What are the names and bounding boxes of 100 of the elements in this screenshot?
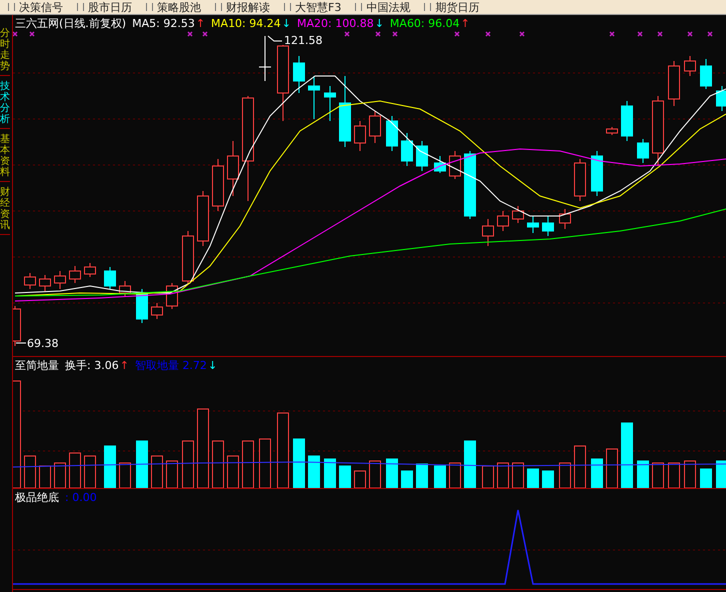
volume-bar bbox=[606, 448, 618, 488]
candle-drawing bbox=[464, 150, 476, 220]
volume-bar bbox=[434, 466, 446, 488]
volume-bar bbox=[369, 460, 381, 488]
volume-bar bbox=[39, 466, 51, 488]
candle-drawing bbox=[54, 270, 66, 290]
candle-drawing bbox=[542, 216, 554, 236]
grip-icon bbox=[284, 3, 291, 11]
up-arrow: ↑ bbox=[196, 16, 206, 30]
volume-bar bbox=[527, 468, 539, 488]
leader-line bbox=[268, 36, 282, 42]
grip-icon bbox=[8, 3, 15, 11]
candle-drawing bbox=[151, 302, 163, 320]
indicator-value: : 0.00 bbox=[65, 490, 97, 504]
volume-bar bbox=[497, 462, 509, 488]
candle-drawing bbox=[684, 56, 696, 76]
grip-icon bbox=[215, 3, 222, 11]
candle-drawing bbox=[13, 306, 21, 346]
candle-drawing bbox=[401, 132, 413, 166]
cross-marker-icon bbox=[187, 31, 193, 37]
indicator-value: MA60: 96.04 bbox=[390, 16, 460, 30]
indicator-value: 智取地量 2.72 bbox=[134, 358, 207, 372]
volume-bar bbox=[54, 462, 66, 488]
grip-icon bbox=[77, 3, 84, 11]
cross-marker-icon bbox=[454, 31, 460, 37]
volume-bar bbox=[339, 466, 351, 488]
leader-line bbox=[16, 342, 26, 344]
volume-bar bbox=[542, 470, 554, 488]
candle-drawing bbox=[212, 158, 224, 212]
candle-drawing bbox=[716, 86, 726, 112]
candle-drawing bbox=[527, 216, 539, 234]
candle-drawing bbox=[621, 100, 633, 142]
menu-item[interactable]: 股市日历 bbox=[77, 0, 132, 14]
volume-bar bbox=[386, 458, 398, 488]
cross-marker-icon bbox=[637, 31, 643, 37]
sidebar-tab[interactable]: 技术分析 bbox=[0, 78, 10, 129]
menu-item[interactable]: 策略股池 bbox=[146, 0, 201, 14]
candle-drawing bbox=[668, 60, 680, 106]
candle-drawing bbox=[324, 86, 336, 122]
menu-item[interactable]: 财报解读 bbox=[215, 0, 270, 14]
candle-drawing bbox=[258, 36, 272, 82]
candle-drawing bbox=[652, 96, 664, 166]
volume-bar bbox=[416, 464, 428, 488]
candle-drawing bbox=[637, 138, 649, 164]
volume-bar bbox=[716, 460, 726, 488]
indicator-value: 换手: 3.06 bbox=[65, 358, 119, 372]
candle-drawing bbox=[227, 140, 239, 196]
grip-icon bbox=[355, 3, 362, 11]
volume-bar bbox=[324, 458, 336, 488]
candle-drawing bbox=[591, 150, 603, 196]
up-arrow: ↑ bbox=[120, 358, 129, 372]
cross-marker-icon bbox=[687, 31, 693, 37]
candle-drawing bbox=[119, 280, 131, 298]
cross-marker-icon bbox=[375, 31, 381, 37]
candle-drawing bbox=[136, 288, 148, 324]
down-arrow: ↓ bbox=[208, 358, 218, 372]
volume-bar bbox=[119, 462, 131, 488]
indicator-value: MA20: 100.88 bbox=[296, 16, 374, 30]
volume-bar bbox=[293, 438, 305, 488]
sidebar-tab[interactable]: 财经资讯 bbox=[0, 184, 10, 235]
cross-marker-icon bbox=[657, 31, 663, 37]
volume-bar bbox=[574, 446, 586, 488]
candle-drawing bbox=[293, 56, 305, 94]
cross-marker-icon bbox=[485, 31, 491, 37]
volume-bar bbox=[104, 446, 116, 488]
volume-bar bbox=[668, 462, 680, 488]
volume-bar bbox=[24, 456, 36, 488]
candle-drawing bbox=[482, 218, 494, 246]
menu-item[interactable]: 决策信号 bbox=[8, 0, 63, 14]
candle-drawing bbox=[24, 272, 36, 290]
candle-drawing bbox=[512, 206, 524, 224]
cross-marker-icon bbox=[392, 31, 398, 37]
menu-item[interactable]: 期货日历 bbox=[424, 0, 480, 14]
cross-marker-icon bbox=[13, 31, 18, 37]
grip-icon bbox=[424, 3, 432, 11]
candle-drawing bbox=[449, 150, 461, 180]
candle-drawing bbox=[69, 266, 81, 284]
candle-drawing bbox=[369, 110, 381, 144]
candle-drawing bbox=[559, 208, 571, 230]
high-price-label: 121.58 bbox=[284, 34, 322, 47]
sidebar-tab[interactable]: 基本资料 bbox=[0, 131, 10, 182]
volume-bar bbox=[182, 440, 194, 488]
volume-bar bbox=[136, 440, 148, 488]
up-arrow: ↑ bbox=[460, 16, 470, 30]
volume-bar bbox=[166, 460, 178, 488]
candle-drawing bbox=[84, 262, 96, 278]
volume-bar bbox=[684, 460, 696, 488]
volume-bar bbox=[482, 466, 494, 488]
candle-drawing bbox=[606, 126, 618, 136]
panel-title: 至简地量 bbox=[15, 358, 59, 372]
menu-item[interactable]: 中国法规 bbox=[355, 0, 410, 14]
volume-bar bbox=[559, 462, 571, 488]
volume-bar bbox=[242, 440, 254, 488]
candle-drawing bbox=[197, 190, 209, 246]
candle-drawing bbox=[434, 156, 446, 174]
volume-bar bbox=[212, 440, 224, 488]
grip-icon bbox=[146, 3, 153, 11]
sidebar-tab[interactable]: 分时走势 bbox=[0, 25, 10, 76]
menu-item[interactable]: 大智慧F3 bbox=[284, 0, 342, 14]
candle-drawing bbox=[354, 120, 366, 152]
